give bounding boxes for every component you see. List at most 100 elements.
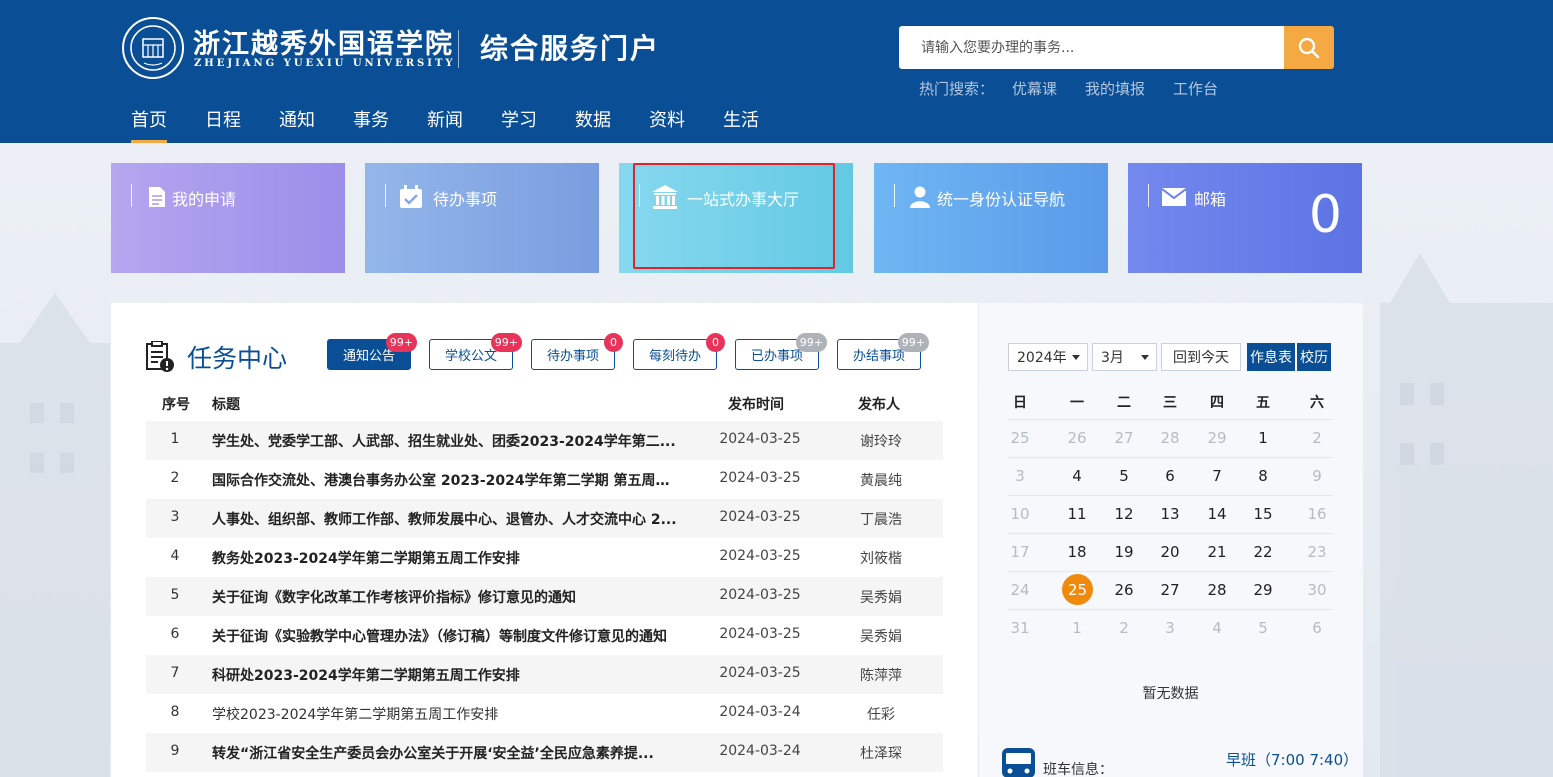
- row-title[interactable]: 人事处、组织部、教师工作部、教师发展中心、退管办、人才交流中心 2...: [212, 509, 680, 529]
- calendar-day[interactable]: 18: [1054, 533, 1100, 571]
- calendar-day[interactable]: 7: [1194, 457, 1240, 495]
- calendar-day[interactable]: 26: [1101, 571, 1147, 609]
- calendar-day[interactable]: 26: [1054, 419, 1100, 457]
- nav-item-home[interactable]: 首页: [131, 106, 167, 143]
- calendar-day[interactable]: 6: [1294, 609, 1340, 647]
- nav-item-study[interactable]: 学习: [501, 106, 537, 143]
- tile-mailbox[interactable]: 邮箱 0: [1128, 163, 1362, 273]
- calendar-day[interactable]: 14: [1194, 495, 1240, 533]
- table-row[interactable]: 4 教务处2023-2024学年第二学期第五周工作安排 2024-03-25 刘…: [146, 538, 943, 577]
- calendar-day[interactable]: 27: [1101, 419, 1147, 457]
- calendar-day[interactable]: 3: [997, 457, 1043, 495]
- no-data-text: 暂无数据: [1142, 686, 1199, 702]
- calendar-day[interactable]: 11: [1054, 495, 1100, 533]
- nav-item-notice[interactable]: 通知: [279, 106, 315, 143]
- row-title[interactable]: 转发“浙江省安全生产委员会办公室关于开展‘安全益’全民应急素养提...: [212, 743, 680, 763]
- schedule-button[interactable]: 作息表: [1247, 343, 1295, 371]
- table-row[interactable]: 5 关于征询《数字化改革工作考核评价指标》修订意见的通知 2024-03-25 …: [146, 577, 943, 616]
- calendar-day[interactable]: 9: [1294, 457, 1340, 495]
- row-title[interactable]: 关于征询《实验教学中心管理办法》（修订稿）等制度文件修订意见的通知: [212, 626, 680, 646]
- table-row[interactable]: 6 关于征询《实验教学中心管理办法》（修订稿）等制度文件修订意见的通知 2024…: [146, 616, 943, 655]
- calendar-day[interactable]: 4: [1194, 609, 1240, 647]
- search-button[interactable]: [1284, 26, 1334, 69]
- today-marker[interactable]: 25: [1062, 574, 1093, 605]
- calendar-day[interactable]: 3: [1147, 609, 1193, 647]
- nav-item-data[interactable]: 数据: [575, 106, 611, 143]
- calendar-day[interactable]: 28: [1147, 419, 1193, 457]
- calendar-day[interactable]: 6: [1147, 457, 1193, 495]
- calendar-day[interactable]: 15: [1240, 495, 1286, 533]
- month-select[interactable]: 3月: [1092, 343, 1157, 371]
- row-title[interactable]: 科研处2023-2024学年第二学期第五周工作安排: [212, 665, 680, 685]
- hot-search-item[interactable]: 工作台: [1173, 78, 1218, 99]
- row-title[interactable]: 学校2023-2024学年第二学期第五周工作安排: [212, 704, 680, 724]
- calendar-day[interactable]: 21: [1194, 533, 1240, 571]
- calendar-day[interactable]: 30: [1294, 571, 1340, 609]
- hot-search-item[interactable]: 我的填报: [1085, 78, 1145, 99]
- row-number: 3: [170, 509, 180, 525]
- row-date: 2024-03-24: [719, 743, 801, 759]
- search-input[interactable]: [899, 26, 1284, 69]
- calendar-day[interactable]: 4: [1054, 457, 1100, 495]
- school-calendar-button[interactable]: 校历: [1297, 343, 1331, 371]
- tab-meike-todo[interactable]: 每刻待办 0: [633, 333, 725, 370]
- tile-identity-navigation[interactable]: 统一身份认证导航: [874, 163, 1108, 273]
- row-title[interactable]: 关于征询《数字化改革工作考核评价指标》修订意见的通知: [212, 587, 680, 607]
- calendar-day[interactable]: 28: [1194, 571, 1240, 609]
- back-to-today-button[interactable]: 回到今天: [1161, 343, 1241, 371]
- calendar-day[interactable]: 20: [1147, 533, 1193, 571]
- calendar-day[interactable]: 27: [1147, 571, 1193, 609]
- tab-school-documents[interactable]: 学校公文 99+: [429, 333, 522, 370]
- hot-search: 热门搜索： 优幕课 我的填报 工作台: [919, 78, 1218, 99]
- nav-item-resources[interactable]: 资料: [649, 106, 685, 143]
- calendar-day[interactable]: 22: [1240, 533, 1286, 571]
- hot-search-item[interactable]: 优幕课: [1012, 78, 1057, 99]
- calendar-day[interactable]: 16: [1294, 495, 1340, 533]
- row-publisher: 黄晨纯: [860, 473, 902, 489]
- row-number: 6: [170, 626, 180, 642]
- calendar-day[interactable]: 23: [1294, 533, 1340, 571]
- tab-completed[interactable]: 办结事项 99+: [837, 333, 929, 370]
- calendar-day[interactable]: 2: [1101, 609, 1147, 647]
- calendar-day[interactable]: 17: [997, 533, 1043, 571]
- calendar-day[interactable]: 19: [1101, 533, 1147, 571]
- table-row[interactable]: 7 科研处2023-2024学年第二学期第五周工作安排 2024-03-25 陈…: [146, 655, 943, 694]
- table-row[interactable]: 2 国际合作交流处、港澳台事务办公室 2023-2024学年第二学期 第五周工.…: [146, 460, 943, 499]
- row-title[interactable]: 教务处2023-2024学年第二学期第五周工作安排: [212, 548, 680, 568]
- tile-todo[interactable]: 待办事项: [365, 163, 599, 273]
- tab-label: 已办事项: [750, 349, 803, 364]
- calendar-day[interactable]: 5: [1101, 457, 1147, 495]
- row-title[interactable]: 国际合作交流处、港澳台事务办公室 2023-2024学年第二学期 第五周工...: [212, 470, 680, 490]
- nav-item-affairs[interactable]: 事务: [353, 106, 389, 143]
- calendar-day[interactable]: 8: [1240, 457, 1286, 495]
- bus-time[interactable]: 早班（7:00 7:40）: [1226, 749, 1358, 770]
- calendar-day[interactable]: 1: [1240, 419, 1286, 457]
- nav-item-news[interactable]: 新闻: [427, 106, 463, 143]
- table-row[interactable]: 8 学校2023-2024学年第二学期第五周工作安排 2024-03-24 任彩: [146, 694, 943, 733]
- year-select[interactable]: 2024年: [1008, 343, 1088, 371]
- calendar-day[interactable]: 2: [1294, 419, 1340, 457]
- calendar-day[interactable]: 31: [997, 609, 1043, 647]
- calendar-day[interactable]: 25: [997, 419, 1043, 457]
- tile-my-applications[interactable]: 我的申请: [111, 163, 345, 273]
- calendar-day[interactable]: 13: [1147, 495, 1193, 533]
- calendar-day[interactable]: 24: [997, 571, 1043, 609]
- tab-announcements[interactable]: 通知公告 99+: [327, 333, 417, 370]
- table-row[interactable]: 3 人事处、组织部、教师工作部、教师发展中心、退管办、人才交流中心 2... 2…: [146, 499, 943, 538]
- calendar-day[interactable]: 5: [1240, 609, 1286, 647]
- tab-todo[interactable]: 待办事项 0: [531, 333, 623, 370]
- tile-one-stop-service-hall[interactable]: 一站式办事大厅: [619, 163, 853, 273]
- tile-divider: [639, 184, 640, 207]
- table-row[interactable]: 9 转发“浙江省安全生产委员会办公室关于开展‘安全益’全民应急素养提... 20…: [146, 733, 943, 772]
- table-row[interactable]: 1 学生处、党委学工部、人武部、招生就业处、团委2023-2024学年第二...…: [146, 421, 943, 460]
- weekday-header: 二: [1117, 395, 1131, 411]
- calendar-day[interactable]: 1: [1054, 609, 1100, 647]
- nav-item-schedule[interactable]: 日程: [205, 106, 241, 143]
- tab-done[interactable]: 已办事项 99+: [735, 333, 827, 370]
- calendar-day[interactable]: 29: [1240, 571, 1286, 609]
- row-title[interactable]: 学生处、党委学工部、人武部、招生就业处、团委2023-2024学年第二...: [212, 431, 680, 451]
- calendar-day[interactable]: 10: [997, 495, 1043, 533]
- nav-item-life[interactable]: 生活: [723, 106, 759, 143]
- calendar-day[interactable]: 12: [1101, 495, 1147, 533]
- calendar-day[interactable]: 29: [1194, 419, 1240, 457]
